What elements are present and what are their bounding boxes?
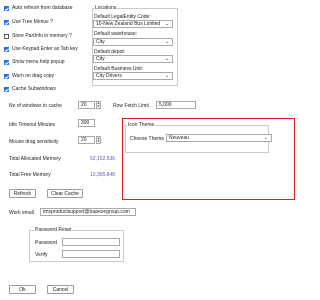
row-fetch-input[interactable]: 5,000 <box>156 101 196 109</box>
work-email-label: Work email <box>9 210 34 216</box>
mouse-drag-label: Mouse drag sensitivity <box>9 139 59 145</box>
free-memory-label: Total Free Memory <box>9 172 51 178</box>
checkbox-row[interactable]: Show menu help popup <box>4 58 65 66</box>
checkbox[interactable] <box>4 33 9 39</box>
refresh-button[interactable]: Refresh <box>9 189 36 198</box>
checkbox-label: Use Tree Menus ? <box>12 19 53 25</box>
warehouse-label: Default warehouse: <box>94 31 138 37</box>
legal-entity-value: 10-New Zealand Bus Limited <box>96 21 161 27</box>
checkbox-row[interactable]: Auto refresh from database <box>4 4 73 12</box>
windows-cache-label: No of windows to cache <box>9 103 62 109</box>
checkbox-label: Show menu help popup <box>12 59 65 65</box>
checkbox-label: Store PartInfo in memory ? <box>12 33 72 39</box>
checkbox-label: Cache Subwindows <box>12 86 56 92</box>
checkbox[interactable] <box>4 86 9 92</box>
chevron-down-icon: ⌄ <box>164 39 170 45</box>
free-memory-value: 13,365,848 <box>90 172 116 178</box>
idle-timeout-input[interactable]: 300 <box>78 119 95 127</box>
warehouse-value: City <box>96 39 105 45</box>
verify-input[interactable] <box>62 250 120 258</box>
checkbox-label: Warn on drag copy <box>12 73 55 79</box>
checkbox[interactable] <box>4 46 9 52</box>
warehouse-select[interactable]: City ⌄ <box>93 38 173 46</box>
checkbox-row[interactable]: Use Tree Menus ? <box>4 18 53 26</box>
password-reset-title: Password Reset <box>34 227 73 233</box>
mouse-drag-input[interactable]: 20 <box>78 136 95 144</box>
depot-select[interactable]: City ⌄ <box>93 55 173 63</box>
checkbox[interactable] <box>4 73 9 79</box>
chevron-down-icon: ⌄ <box>164 21 170 27</box>
checkbox-row[interactable]: Warn on drag copy <box>4 72 54 80</box>
windows-cache-input[interactable]: 20 <box>78 101 95 109</box>
checkbox-row[interactable]: Cache Subwindows <box>4 85 56 93</box>
mouse-drag-spinner[interactable]: ▲ ▼ <box>96 136 101 144</box>
allocated-memory-value: 52,152,536 <box>90 156 116 162</box>
checkbox[interactable] <box>4 19 9 25</box>
chevron-down-icon: ⌄ <box>164 56 170 62</box>
business-unit-select[interactable]: City Drivers ⌄ <box>93 72 173 80</box>
work-email-input[interactable]: tmsproductsupport@trapezegroup.com <box>40 208 136 216</box>
checkbox-label: Auto refresh from database <box>12 5 73 11</box>
verify-label: Verify <box>35 252 48 258</box>
windows-cache-spinner[interactable]: ▲ ▼ <box>96 101 101 109</box>
checkbox[interactable] <box>4 5 9 11</box>
checkbox-label: Use Keypad Enter as Tab key <box>12 46 78 52</box>
idle-timeout-label: Idle Timeout Minutes <box>9 122 56 128</box>
business-unit-value: City Drivers <box>96 73 122 79</box>
chevron-down-icon: ⌄ <box>164 73 170 79</box>
row-fetch-label: Row Fetch Limit <box>113 103 149 109</box>
password-input[interactable] <box>62 238 120 246</box>
checkbox[interactable] <box>4 59 9 65</box>
allocated-memory-label: Total Allocated Memory <box>9 156 61 162</box>
clear-cache-button[interactable]: Clear Cache <box>47 189 83 198</box>
checkbox-row[interactable]: Use Keypad Enter as Tab key <box>4 45 78 53</box>
legal-entity-select[interactable]: 10-New Zealand Bus Limited ⌄ <box>93 20 173 28</box>
preferences-dialog: Auto refresh from database Use Tree Menus… <box>0 0 300 300</box>
password-label: Password <box>35 240 57 246</box>
checkbox-row[interactable]: Store PartInfo in memory ? <box>4 32 72 40</box>
ok-button[interactable]: Ok <box>9 285 36 294</box>
highlight-box <box>122 118 295 200</box>
locations-title: Locations <box>94 5 118 11</box>
cancel-button[interactable]: Cancel <box>47 285 74 294</box>
depot-value: City <box>96 56 105 62</box>
